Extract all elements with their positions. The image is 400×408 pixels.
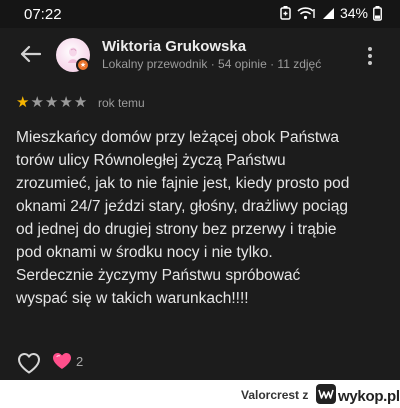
review-line: wyspać się w takich warunkach!!!!	[16, 290, 249, 307]
review-line: pod oknami w środku nocy i nie tylko.	[16, 244, 273, 261]
more-options-button[interactable]	[360, 42, 380, 70]
review-line: Serdecznie życzymy Państwu spróbować	[16, 267, 301, 284]
review-date: rok temu	[98, 96, 145, 110]
local-guide-star-icon: ★	[76, 58, 90, 72]
heart-filled-icon	[53, 353, 71, 369]
review-line: zrozumieć, jak to nie fajnie jest, kiedy…	[16, 175, 350, 192]
dot	[368, 47, 372, 51]
heart-outline-icon	[18, 353, 40, 374]
review-line: torów ulicy Równoległej życzą Państwu	[16, 152, 286, 169]
star-rating: ★ ★ ★ ★ ★	[16, 95, 87, 111]
star-empty-icon: ★	[30, 94, 44, 111]
review-line: Mieszkańcy domów przy leżącej obok Państ…	[16, 129, 340, 146]
review-line: oknami 24/7 jeździ stary, głośny, drażli…	[16, 198, 348, 215]
star-empty-icon: ★	[59, 94, 73, 111]
dot	[368, 61, 372, 65]
signal-icon	[322, 6, 335, 20]
reviewer-name[interactable]: Wiktoria Grukowska	[102, 38, 246, 55]
star-filled-icon: ★	[16, 94, 30, 111]
footer-username: Valorcrest z	[241, 388, 309, 402]
battery-saver-icon	[280, 6, 291, 20]
review-line: od jednej do drugiej strony bez przerwy …	[16, 221, 337, 238]
footer-watermark: Valorcrest z wykop.pl	[0, 380, 400, 408]
star-empty-icon: ★	[44, 94, 59, 111]
wykop-logo-icon	[316, 384, 336, 408]
battery-icon	[373, 5, 382, 21]
status-time: 07:22	[24, 6, 62, 23]
back-button[interactable]	[16, 42, 44, 70]
status-bar: 07:22 34%	[0, 0, 400, 28]
wifi-calling-icon	[296, 6, 318, 20]
heart-reaction[interactable]: 2	[52, 352, 83, 370]
review-text: Mieszkańcy domów przy leżącej obok Państ…	[16, 126, 388, 310]
reaction-count: 2	[76, 353, 84, 369]
dot	[368, 54, 372, 58]
wykop-logo-text: wykop.pl	[338, 388, 400, 405]
reviewer-meta: Lokalny przewodnik · 54 opinie · 11 zdję…	[102, 57, 322, 71]
arrow-left-icon	[19, 45, 42, 68]
like-button[interactable]	[16, 351, 42, 375]
star-empty-icon: ★	[73, 94, 88, 111]
battery-level: 34%	[339, 5, 368, 21]
status-icons: 34%	[280, 5, 382, 21]
wykop-logo: wykop.pl	[316, 384, 400, 408]
